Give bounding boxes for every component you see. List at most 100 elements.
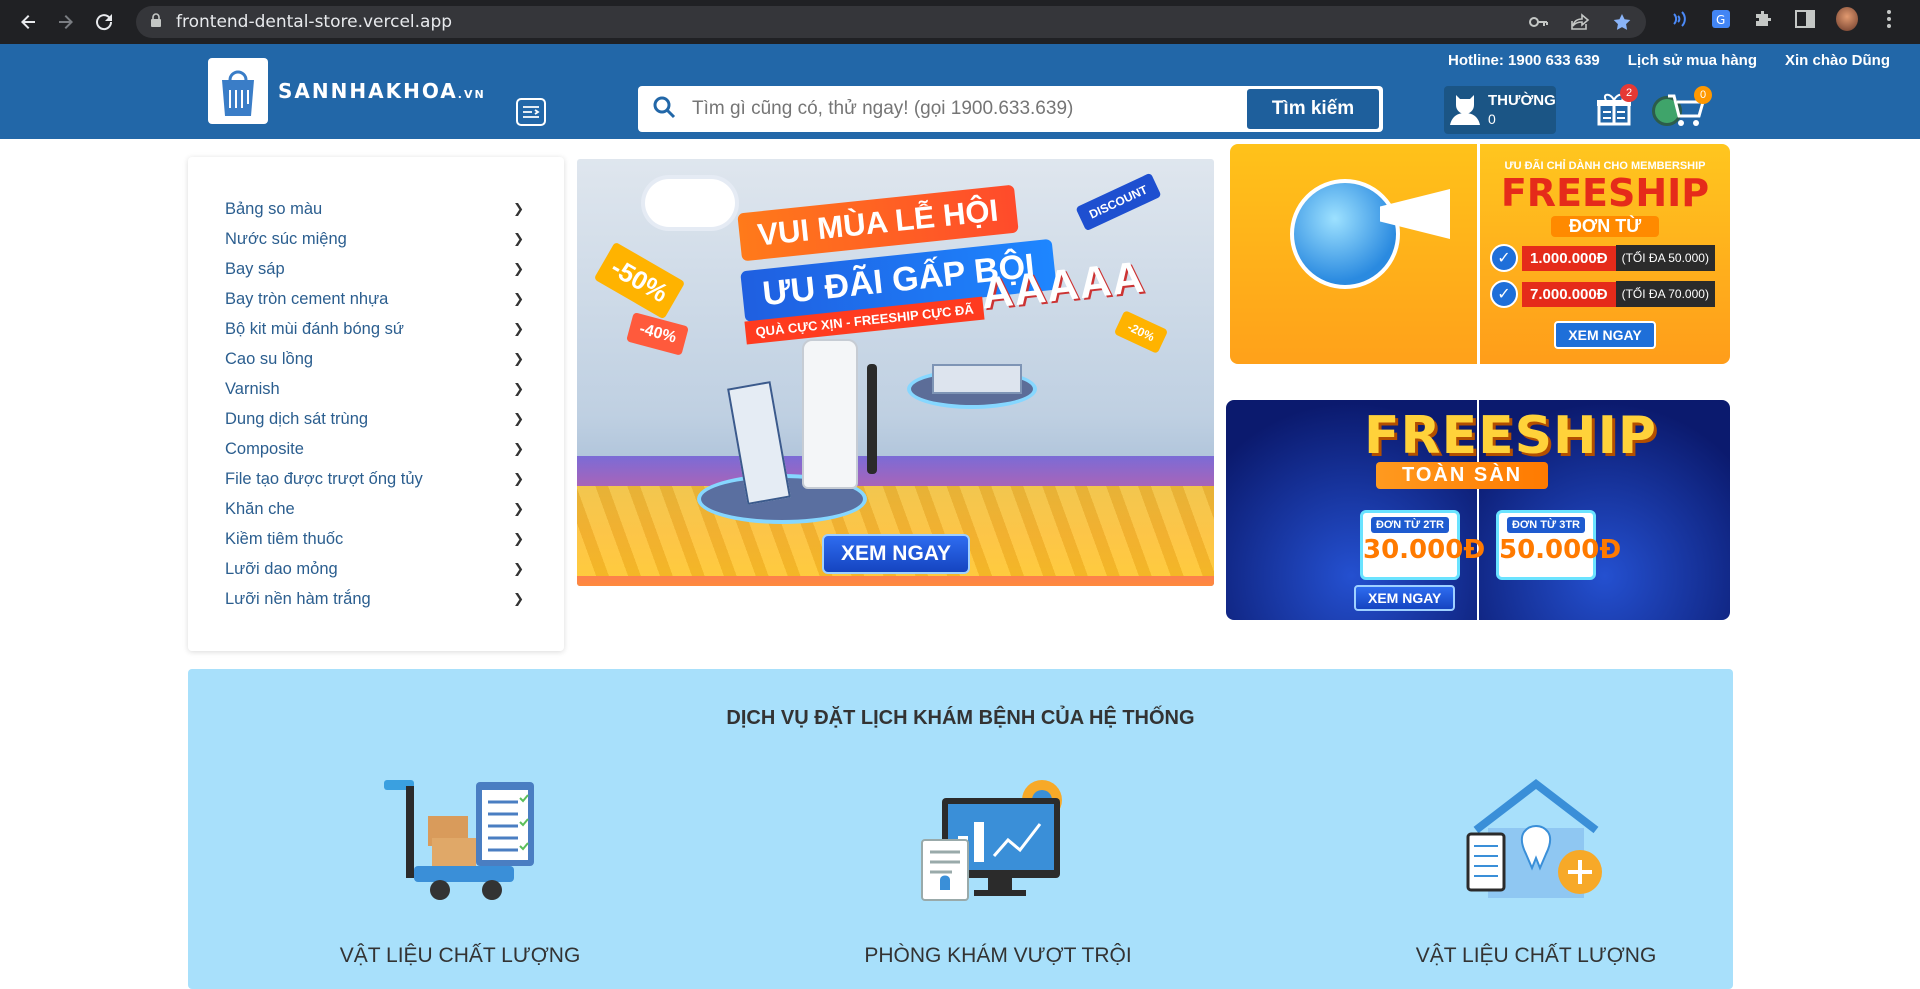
- category-item[interactable]: Bay sáp ❯: [188, 254, 564, 284]
- discount-tag: -50%: [593, 241, 686, 320]
- chevron-right-icon: ❯: [513, 321, 524, 336]
- category-label: Dung dịch sát trùng: [225, 409, 369, 428]
- discount-tag: DISCOUNT: [1075, 172, 1162, 232]
- mascot-icon: [1290, 179, 1400, 289]
- site-header: Hotline: 1900 633 639 Lịch sử mua hàng X…: [0, 44, 1920, 139]
- category-label: Bảng so màu: [225, 199, 323, 218]
- dental-home-icon: [1386, 774, 1686, 904]
- translate-icon[interactable]: G: [1710, 8, 1732, 30]
- member-tier: THƯỜNG: [1488, 92, 1556, 109]
- category-sidebar: Bảng so màu ❯ Nước súc miệng ❯ Bay sáp ❯ Ba…: [188, 157, 564, 651]
- category-item[interactable]: File tạo được trượt ống tủy ❯: [188, 464, 564, 494]
- gift-count-badge: 2: [1620, 84, 1638, 102]
- chevron-right-icon: ❯: [513, 231, 524, 246]
- voucher-amount: 50.000Đ: [1499, 535, 1622, 565]
- product-syringe: [867, 364, 877, 474]
- category-item[interactable]: Varnish ❯: [188, 374, 564, 404]
- services-section: DỊCH VỤ ĐẶT LỊCH KHÁM BỆNH CỦA HỆ THỐNG …: [188, 669, 1733, 989]
- service-label: VẬT LIỆU CHẤT LƯỢNG: [1415, 944, 1657, 967]
- banner-cta-button[interactable]: XEM NGAY: [1554, 321, 1656, 349]
- user-silhouette-icon: [1450, 91, 1480, 130]
- service-label: VẬT LIỆU CHẤT LƯỢNG: [339, 944, 581, 967]
- reload-icon[interactable]: [88, 6, 120, 38]
- category-label: Khăn che: [225, 499, 295, 518]
- back-icon[interactable]: [12, 6, 44, 38]
- chevron-right-icon: ❯: [513, 501, 524, 516]
- voucher-amount: 30.000Đ: [1363, 535, 1486, 565]
- svg-text:G: G: [1716, 13, 1725, 27]
- category-item[interactable]: Bộ kit mùi đánh bóng sứ ❯: [188, 314, 564, 344]
- gift-button[interactable]: 2: [1596, 84, 1638, 131]
- category-label: Lưỡi nền hàm trắng: [225, 589, 371, 608]
- service-item[interactable]: VẬT LIỆU CHẤT LƯỢNG: [310, 774, 610, 968]
- banner-cta-button[interactable]: XEM NGAY: [1354, 585, 1456, 611]
- membership-freeship-banner[interactable]: ƯU ĐÃI CHỈ DÀNH CHO MEMBERSHIP FREESHIP …: [1230, 144, 1730, 364]
- chevron-right-icon: ❯: [513, 561, 524, 576]
- main-promo-banner[interactable]: -50% -40% DISCOUNT -20% VUI MÙA LỄ HỘI Ư…: [577, 159, 1214, 586]
- banner-cta-button[interactable]: XEM NGAY: [822, 534, 970, 574]
- order-history-link[interactable]: Lịch sử mua hàng: [1628, 52, 1757, 69]
- cloud-icon: [645, 179, 735, 227]
- logo-suffix: .VN: [457, 88, 486, 101]
- voucher-card: ĐƠN TỪ 2TR 30.000Đ: [1360, 510, 1486, 580]
- chevron-right-icon: ❯: [513, 261, 524, 276]
- voucher-card: ĐƠN TỪ 3TR 50.000Đ: [1496, 510, 1622, 580]
- address-bar[interactable]: frontend-dental-store.vercel.app: [136, 6, 1646, 38]
- category-item[interactable]: Nước súc miệng ❯: [188, 224, 564, 254]
- chevron-right-icon: ❯: [513, 591, 524, 606]
- category-label: Cao su lồng: [225, 349, 314, 368]
- site-logo[interactable]: SANNHAKHOA.VN: [208, 58, 486, 124]
- bookmark-star-icon[interactable]: [1612, 13, 1632, 36]
- category-item[interactable]: Bảng so màu ❯: [188, 194, 564, 224]
- lock-icon: [150, 12, 162, 32]
- service-item[interactable]: VẬT LIỆU CHẤT LƯỢNG: [1386, 774, 1686, 968]
- logo-name: SANNHAKHOA: [278, 79, 458, 103]
- key-icon[interactable]: [1528, 13, 1548, 36]
- service-label: PHÒNG KHÁM VƯỢT TRỘI: [864, 944, 1132, 967]
- monitor-chart-icon: [848, 774, 1148, 904]
- search-button[interactable]: Tìm kiếm: [1247, 89, 1379, 129]
- freeship-all-banner[interactable]: FREESHIP TOÀN SÀN ĐƠN TỪ 2TR 30.000Đ ĐƠN…: [1226, 400, 1730, 620]
- chevron-right-icon: ❯: [513, 471, 524, 486]
- logo-bag-icon: [208, 58, 268, 124]
- chevron-right-icon: ❯: [513, 411, 524, 426]
- category-label: File tạo được trượt ống tủy: [225, 469, 423, 488]
- banner-title: FREESHIP: [1500, 171, 1710, 215]
- banner-from: ĐƠN TỪ: [1550, 216, 1660, 237]
- category-item[interactable]: Composite ❯: [188, 434, 564, 464]
- forward-icon[interactable]: [50, 6, 82, 38]
- check-icon: ✓: [1490, 280, 1518, 308]
- puzzle-icon[interactable]: [1752, 8, 1774, 30]
- voucher-label: ĐƠN TỪ 2TR: [1371, 517, 1449, 533]
- service-item[interactable]: PHÒNG KHÁM VƯỢT TRỘI: [848, 774, 1148, 968]
- share-icon[interactable]: [1570, 13, 1590, 36]
- services-title: DỊCH VỤ ĐẶT LỊCH KHÁM BỆNH CỦA HỆ THỐNG: [726, 707, 1195, 729]
- profile-avatar-icon[interactable]: [1836, 7, 1858, 31]
- category-item[interactable]: Lưỡi dao mỏng ❯: [188, 554, 564, 584]
- user-greeting[interactable]: Xin chào Dũng: [1785, 52, 1890, 69]
- delivery-trolley-icon: [310, 774, 610, 904]
- category-item[interactable]: Bay tròn cement nhựa ❯: [188, 284, 564, 314]
- discount-tag: -40%: [626, 312, 690, 356]
- category-label: Kiềm tiêm thuốc: [225, 529, 344, 548]
- category-item[interactable]: Lưỡi nền hàm trắng ❯: [188, 584, 564, 614]
- category-label: Composite: [225, 439, 304, 458]
- category-label: Bay sáp: [225, 259, 285, 278]
- category-item[interactable]: Kiềm tiêm thuốc ❯: [188, 524, 564, 554]
- menu-toggle-icon[interactable]: [516, 98, 546, 126]
- gift-box-icon: [1596, 93, 1632, 130]
- search-icon: [652, 95, 676, 124]
- category-item[interactable]: Cao su lồng ❯: [188, 344, 564, 374]
- sidepanel-icon[interactable]: [1794, 8, 1816, 30]
- threshold-amount: 1.000.000Đ: [1522, 245, 1616, 271]
- hotline-link[interactable]: Hotline: 1900 633 639: [1448, 52, 1600, 69]
- category-label: Bộ kit mùi đánh bóng sứ: [225, 319, 404, 338]
- category-item[interactable]: Dung dịch sát trùng ❯: [188, 404, 564, 434]
- extension-wave-icon[interactable]: [1668, 8, 1690, 30]
- membership-card[interactable]: THƯỜNG 0: [1444, 86, 1556, 134]
- category-label: Nước súc miệng: [225, 229, 347, 248]
- browser-menu-icon[interactable]: [1878, 8, 1900, 30]
- category-item[interactable]: Khăn che ❯: [188, 494, 564, 524]
- banner-subtitle: TOÀN SÀN: [1376, 462, 1549, 489]
- search-input[interactable]: [692, 98, 1252, 120]
